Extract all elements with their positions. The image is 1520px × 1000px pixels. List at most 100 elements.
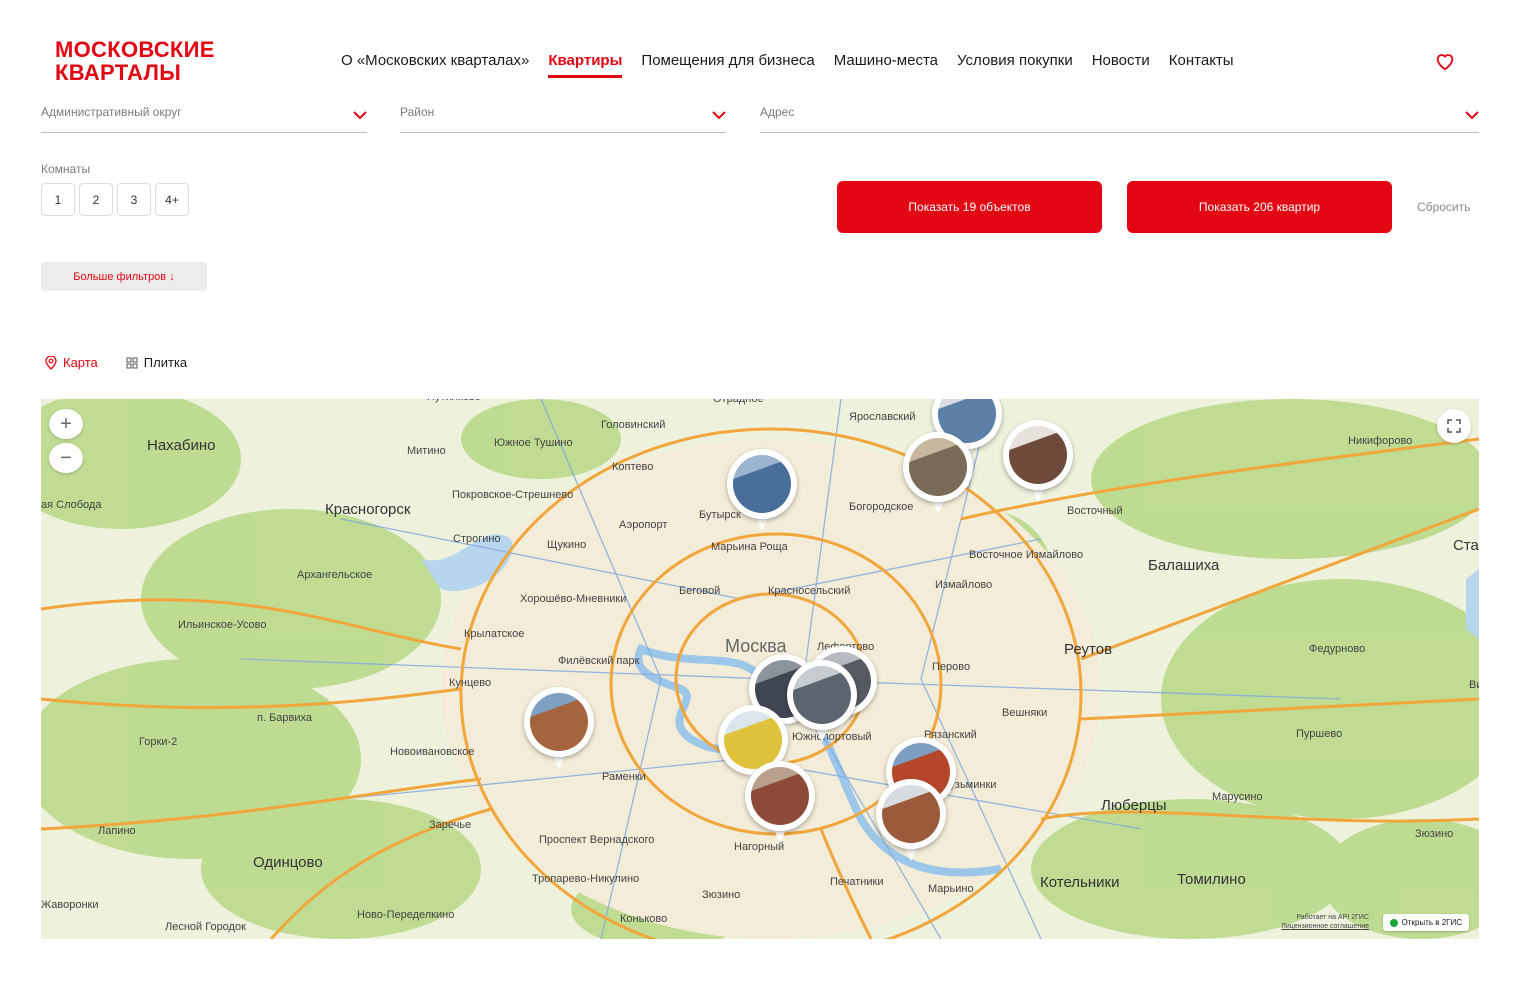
building-map-marker[interactable] xyxy=(524,687,594,771)
map-label: Марьина Роща xyxy=(711,541,788,553)
building-photo xyxy=(882,785,940,843)
map-label: Красногорск xyxy=(325,501,411,518)
map-label: Люберцы xyxy=(1101,797,1167,814)
room-option-4plus[interactable]: 4+ xyxy=(155,183,189,216)
map-label: Тропарево-Никулино xyxy=(532,873,640,885)
map-label: Крылатское xyxy=(464,628,525,640)
map-label: Проспект Вернадского xyxy=(539,834,655,846)
building-map-marker[interactable] xyxy=(903,432,973,516)
map-label: Филёвский парк xyxy=(558,655,640,667)
map[interactable]: Путилково Отрадное Головинский Ярославский Н… xyxy=(41,399,1479,939)
admin-district-placeholder: Административный округ xyxy=(41,105,182,119)
map-label: Нахабино xyxy=(147,437,216,454)
building-photo xyxy=(751,767,809,825)
nav-item-parking[interactable]: Машино-места xyxy=(834,52,938,78)
map-label: Архангельское xyxy=(297,569,373,581)
map-label: Одинцово xyxy=(253,854,323,871)
map-label: Заречье xyxy=(429,819,472,831)
map-label: Ярославский xyxy=(849,411,916,423)
map-label: Измайлово xyxy=(935,579,993,591)
room-option-3[interactable]: 3 xyxy=(117,183,151,216)
map-label: Лапино xyxy=(98,825,136,837)
rooms-selector: 1 2 3 4+ xyxy=(41,183,189,216)
admin-district-select[interactable]: Административный округ xyxy=(41,105,367,133)
show-objects-button[interactable]: Показать 19 объектов xyxy=(837,181,1102,233)
map-label: Никифорово xyxy=(1348,435,1413,447)
map-label: Зюзино xyxy=(1415,828,1454,840)
map-label: Зюзино xyxy=(702,889,741,901)
marker-circle xyxy=(876,779,946,849)
map-label: Котельники xyxy=(1040,874,1120,891)
map-label: Кунцево xyxy=(449,677,492,689)
map-label: Восточное Измайлово xyxy=(969,549,1084,561)
map-label: Лесной Городок xyxy=(165,921,246,933)
map-label: Балашиха xyxy=(1148,557,1220,574)
zoom-in-button[interactable]: + xyxy=(49,409,83,439)
reset-button[interactable]: Сбросить xyxy=(1417,200,1470,214)
address-select[interactable]: Адрес xyxy=(760,105,1479,133)
map-label: Раменки xyxy=(602,771,646,783)
building-photo xyxy=(1009,426,1067,484)
map-label: Федурново xyxy=(1309,643,1366,655)
district-placeholder: Район xyxy=(400,105,435,119)
view-tiles-tab[interactable]: Плитка xyxy=(126,355,187,370)
building-map-marker[interactable] xyxy=(1003,420,1073,504)
nav-item-business[interactable]: Помещения для бизнеса xyxy=(641,52,814,78)
attribution-line-2[interactable]: Лицензионное соглашение xyxy=(1281,922,1369,931)
building-map-marker[interactable] xyxy=(727,449,797,533)
map-label: Ново-Переделкино xyxy=(357,909,455,921)
logo-line-2: КВАРТАЛЫ xyxy=(55,60,182,85)
view-toggle: Карта Плитка xyxy=(45,355,187,370)
map-label: п. Барвиха xyxy=(257,712,313,724)
nav-item-purchase[interactable]: Условия покупки xyxy=(957,52,1073,78)
open-2gis-label: Открыть в 2ГИС xyxy=(1401,918,1462,927)
rooms-label: Комнаты xyxy=(41,162,91,176)
2gis-logo-icon xyxy=(1389,918,1398,927)
view-map-tab[interactable]: Карта xyxy=(45,355,98,370)
marker-circle xyxy=(903,432,973,502)
building-map-marker[interactable] xyxy=(787,660,857,744)
map-label: Митино xyxy=(407,445,446,457)
zoom-controls: + − xyxy=(49,409,87,475)
map-label: Путилково xyxy=(427,399,481,403)
room-option-1[interactable]: 1 xyxy=(41,183,75,216)
map-label: Беговой xyxy=(679,585,721,597)
map-label: Вешняки xyxy=(1002,707,1048,719)
map-label: Новоивановское xyxy=(390,746,475,758)
map-label: Красносельский xyxy=(768,585,851,597)
fullscreen-button[interactable] xyxy=(1437,409,1471,443)
show-flats-button[interactable]: Показать 206 квартир xyxy=(1127,181,1392,233)
more-filters-button[interactable]: Больше фильтров ↓ xyxy=(41,262,207,291)
nav-item-flats[interactable]: Квартиры xyxy=(548,52,623,78)
nav-item-news[interactable]: Новости xyxy=(1092,52,1150,78)
open-2gis-button[interactable]: Открыть в 2ГИС xyxy=(1382,914,1469,931)
map-label: Марьино xyxy=(928,883,974,895)
favorites-heart-icon[interactable] xyxy=(1434,50,1456,72)
map-pin-icon xyxy=(45,355,57,370)
map-label: Ви xyxy=(1469,679,1479,691)
fullscreen-icon xyxy=(1447,419,1461,433)
building-photo xyxy=(733,455,791,513)
building-map-marker[interactable] xyxy=(876,779,946,863)
map-label: Реутов xyxy=(1064,641,1113,658)
nav-item-about[interactable]: О «Московских кварталах» xyxy=(341,52,529,78)
map-label: Восточный xyxy=(1067,505,1123,517)
room-option-2[interactable]: 2 xyxy=(79,183,113,216)
map-label: Аэропорт xyxy=(619,519,668,531)
zoom-out-button[interactable]: − xyxy=(49,443,83,473)
nav-item-contacts[interactable]: Контакты xyxy=(1169,52,1234,78)
map-label: Ильинское-Усово xyxy=(178,619,267,631)
building-map-marker[interactable] xyxy=(745,761,815,845)
map-label: ая Слобода xyxy=(41,499,102,511)
map-label: Коптево xyxy=(612,461,654,473)
map-label: Покровское-Стрешнево xyxy=(452,489,574,501)
map-label: Марусино xyxy=(1212,791,1263,803)
map-label: Пуршево xyxy=(1296,728,1343,740)
map-label: Головинский xyxy=(601,419,666,431)
map-label: Ста xyxy=(1453,537,1479,554)
map-label: Томилино xyxy=(1177,871,1246,888)
logo[interactable]: МОСКОВСКИЕ КВАРТАЛЫ xyxy=(55,38,215,84)
map-label: Южное Тушино xyxy=(494,437,573,449)
map-label: Строгино xyxy=(453,533,501,545)
district-select[interactable]: Район xyxy=(400,105,726,133)
